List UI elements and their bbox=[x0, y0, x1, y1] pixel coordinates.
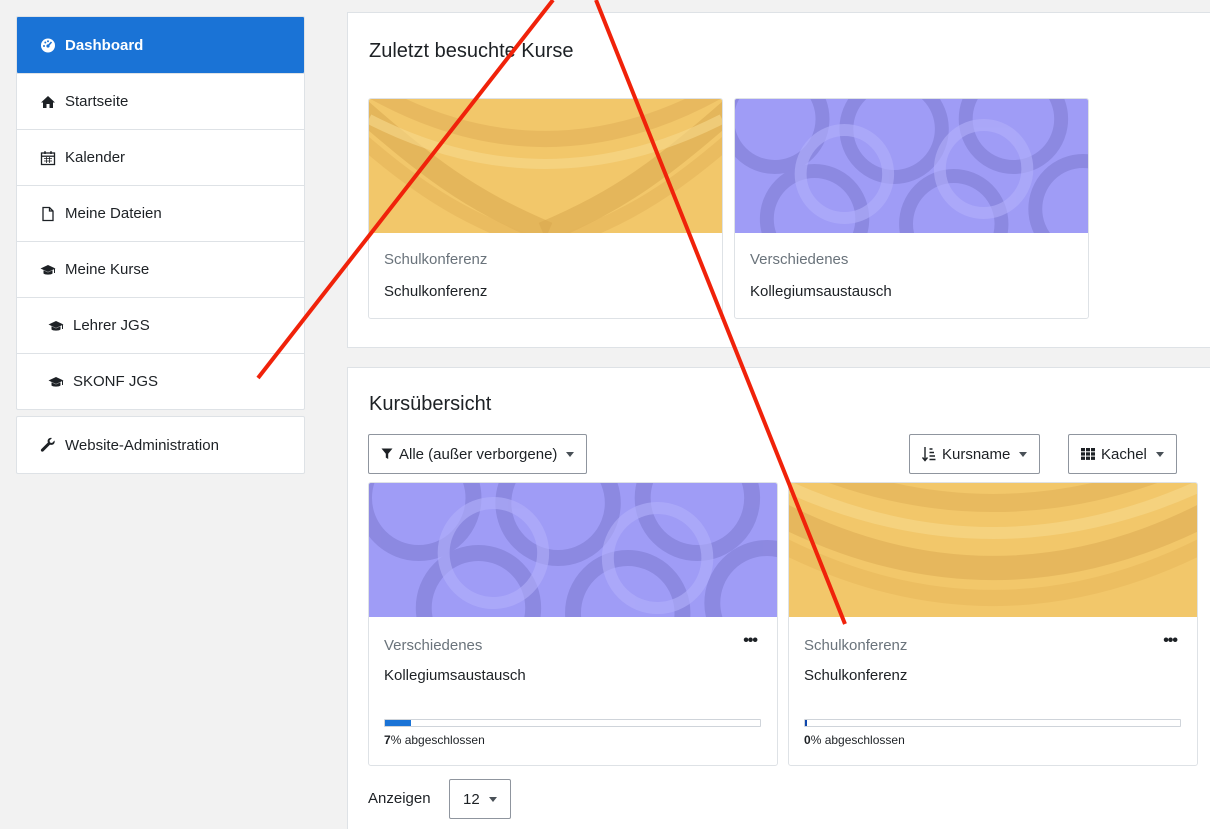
tachometer-icon bbox=[39, 36, 57, 54]
sidebar-item-label: Website-Administration bbox=[65, 436, 219, 454]
course-category: Verschiedenes bbox=[384, 637, 483, 654]
course-name-link[interactable]: Kollegiumsaustausch bbox=[384, 667, 526, 684]
course-actions-menu[interactable]: ••• bbox=[743, 632, 758, 650]
course-image-yellow[interactable] bbox=[369, 99, 722, 233]
chevron-down-icon bbox=[488, 796, 497, 802]
sidebar-item-label: Lehrer JGS bbox=[73, 317, 150, 334]
block-title: Zuletzt besuchte Kurse bbox=[369, 40, 574, 62]
chevron-down-icon bbox=[566, 451, 575, 457]
course-card-schulkonferenz[interactable]: Schulkonferenz ••• Schulkonferenz 0% abg… bbox=[788, 482, 1198, 766]
sidebar-item-label: Kalender bbox=[65, 149, 126, 166]
recent-courses-block: Zuletzt besuchte Kurse Schulkonferenz Sc… bbox=[347, 12, 1210, 348]
course-name-link[interactable]: Schulkonferenz bbox=[384, 283, 487, 300]
filter-icon bbox=[381, 448, 393, 459]
sidebar-item-meine-dateien[interactable]: Meine Dateien bbox=[17, 185, 304, 241]
progress-bar bbox=[384, 719, 761, 727]
course-overview-block: Kursübersicht Alle (außer verborgene) Ku… bbox=[347, 367, 1210, 829]
course-category: Schulkonferenz bbox=[804, 637, 908, 654]
progress-fill bbox=[805, 720, 807, 726]
course-image-yellow[interactable] bbox=[789, 483, 1197, 617]
sort-dropdown[interactable]: Kursname bbox=[909, 434, 1041, 474]
progress-bar bbox=[804, 719, 1181, 727]
course-category: Schulkonferenz bbox=[384, 251, 488, 268]
progress-fill bbox=[385, 720, 412, 726]
filter-dropdown[interactable]: Alle (außer verborgene) bbox=[368, 434, 588, 474]
course-image-purple[interactable] bbox=[735, 99, 1088, 233]
course-actions-menu[interactable]: ••• bbox=[1163, 632, 1178, 650]
recent-course-card-schulkonferenz[interactable]: Schulkonferenz Schulkonferenz bbox=[368, 98, 723, 319]
recent-course-card-kollegiumsaustausch[interactable]: Verschiedenes Kollegiumsaustausch bbox=[734, 98, 1089, 319]
sidebar: Dashboard Startseite Kalender Meine Date… bbox=[16, 16, 305, 474]
block-title: Kursübersicht bbox=[369, 393, 492, 415]
sidebar-item-label: Dashboard bbox=[65, 36, 144, 54]
show-count-dropdown[interactable]: 12 bbox=[449, 779, 511, 819]
file-icon bbox=[39, 205, 57, 223]
admin-nav: Website-Administration bbox=[16, 416, 305, 474]
sidebar-item-dashboard[interactable]: Dashboard bbox=[17, 17, 304, 73]
sidebar-item-website-administration[interactable]: Website-Administration bbox=[17, 417, 304, 473]
sidebar-item-lehrer-jgs[interactable]: Lehrer JGS bbox=[17, 297, 304, 353]
progress-label: 7% abgeschlossen bbox=[384, 733, 485, 747]
chevron-down-icon bbox=[1019, 451, 1028, 457]
show-count-value: 12 bbox=[463, 790, 480, 808]
graduation-cap-icon bbox=[47, 373, 65, 391]
sidebar-item-label: SKONF JGS bbox=[73, 373, 159, 390]
sidebar-item-label: Meine Kurse bbox=[65, 261, 150, 278]
sort-icon bbox=[922, 447, 936, 462]
sort-label: Kursname bbox=[942, 445, 1011, 463]
main-nav: Dashboard Startseite Kalender Meine Date… bbox=[16, 16, 305, 410]
sidebar-item-skonf-jgs[interactable]: SKONF JGS bbox=[17, 353, 304, 409]
graduation-cap-icon bbox=[39, 261, 57, 279]
sidebar-item-label: Meine Dateien bbox=[65, 205, 162, 222]
progress-label: 0% abgeschlossen bbox=[804, 733, 905, 747]
chevron-down-icon bbox=[1155, 451, 1164, 457]
course-name-link[interactable]: Schulkonferenz bbox=[804, 667, 907, 684]
show-count-label: Anzeigen bbox=[368, 790, 431, 807]
calendar-icon bbox=[39, 149, 57, 167]
sidebar-item-kalender[interactable]: Kalender bbox=[17, 129, 304, 185]
wrench-icon bbox=[39, 436, 57, 454]
sidebar-item-label: Startseite bbox=[65, 93, 129, 110]
view-label: Kachel bbox=[1101, 445, 1147, 463]
course-name-link[interactable]: Kollegiumsaustausch bbox=[750, 283, 892, 300]
sidebar-item-startseite[interactable]: Startseite bbox=[17, 73, 304, 129]
course-card-kollegiumsaustausch[interactable]: Verschiedenes ••• Kollegiumsaustausch 7%… bbox=[368, 482, 778, 766]
view-dropdown[interactable]: Kachel bbox=[1068, 434, 1177, 474]
course-category: Verschiedenes bbox=[750, 251, 849, 268]
course-image-purple[interactable] bbox=[369, 483, 777, 617]
sidebar-item-meine-kurse[interactable]: Meine Kurse bbox=[17, 241, 304, 297]
home-icon bbox=[39, 93, 57, 111]
grid-icon bbox=[1081, 448, 1095, 460]
graduation-cap-icon bbox=[47, 317, 65, 335]
filter-label: Alle (außer verborgene) bbox=[399, 445, 558, 463]
